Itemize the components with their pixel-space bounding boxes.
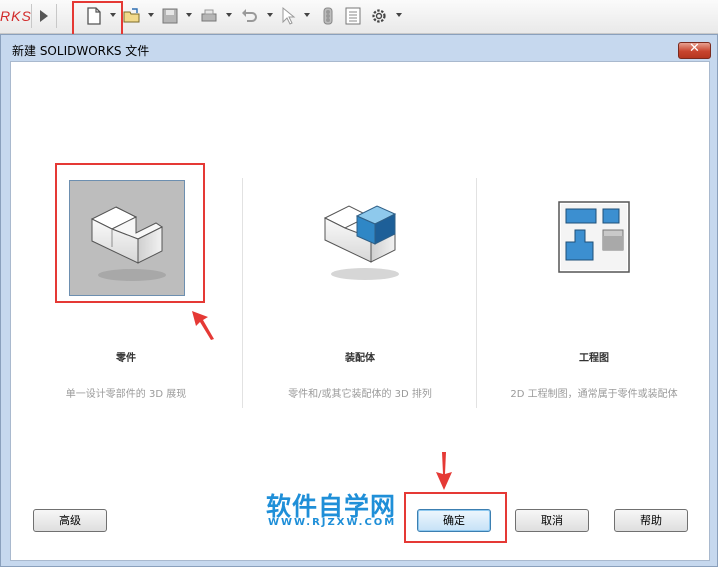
divider	[242, 178, 243, 408]
undo-dropdown-icon[interactable]	[267, 13, 273, 17]
undo-icon[interactable]	[239, 6, 259, 26]
open-dropdown-icon[interactable]	[148, 13, 154, 17]
select-arrow-icon[interactable]	[278, 6, 298, 26]
save-icon[interactable]	[160, 6, 180, 26]
assembly-description: 零件和/或其它装配体的 3D 排列	[288, 389, 432, 400]
arrow-up-left-icon	[192, 311, 214, 340]
print-icon[interactable]	[199, 6, 219, 26]
gear-icon[interactable]	[369, 6, 389, 26]
ok-highlight	[404, 492, 507, 543]
traffic-light-icon[interactable]	[318, 6, 338, 26]
part-description: 单一设计零部件的 3D 展现	[65, 389, 187, 400]
assembly-label: 装配体	[345, 353, 375, 364]
divider	[476, 178, 477, 408]
solidworks-logo: RKS	[0, 8, 32, 24]
drawing-description: 2D 工程制图，通常属于零件或装配体	[510, 389, 678, 400]
template-panel: 零件 单一设计零部件的 3D 展现 装配体 零件和/或其它装配体的 3D 排列	[10, 61, 710, 561]
arrow-down-icon	[436, 452, 452, 490]
play-icon[interactable]	[34, 6, 54, 26]
advanced-button[interactable]: 高级	[33, 509, 107, 532]
file-properties-icon[interactable]	[343, 6, 363, 26]
select-dropdown-icon[interactable]	[304, 13, 310, 17]
dialog-title: 新建 SOLIDWORKS 文件	[12, 44, 150, 58]
drawing-icon	[558, 201, 630, 273]
toolbar-separator	[56, 4, 57, 28]
cancel-button[interactable]: 取消	[515, 509, 589, 532]
watermark-url: WWW.RJZXW.COM	[268, 517, 397, 528]
assembly-icon	[323, 205, 399, 280]
options-dropdown-icon[interactable]	[396, 13, 402, 17]
part-label: 零件	[116, 353, 136, 364]
open-folder-icon[interactable]	[122, 6, 142, 26]
close-button[interactable]: ✕	[678, 41, 711, 59]
drawing-label: 工程图	[579, 353, 609, 364]
part-highlight	[55, 163, 205, 303]
save-dropdown-icon[interactable]	[186, 13, 192, 17]
drawing-template-tile[interactable]	[537, 180, 651, 294]
assembly-template-tile[interactable]	[303, 180, 417, 294]
toolbar-separator	[31, 4, 32, 28]
print-dropdown-icon[interactable]	[226, 13, 232, 17]
close-icon: ✕	[689, 41, 700, 56]
help-button[interactable]: 帮助	[614, 509, 688, 532]
